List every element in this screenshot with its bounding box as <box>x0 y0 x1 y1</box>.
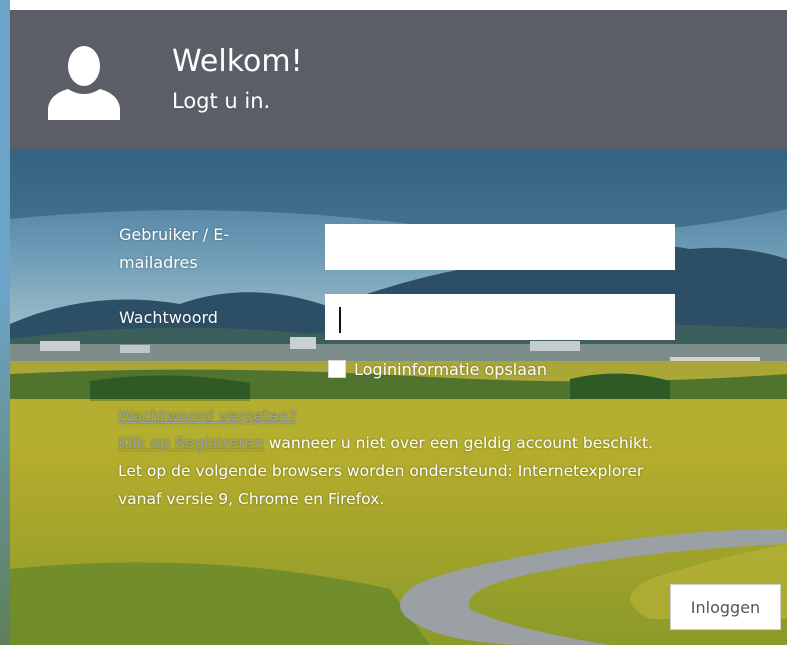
username-label-line2: mailadres <box>119 253 198 272</box>
login-panel: Welkom! Logt u in. Gebruiker / E- mailad… <box>10 10 787 645</box>
password-label: Wachtwoord <box>119 308 218 327</box>
login-button[interactable]: Inloggen <box>670 584 781 630</box>
text-caret <box>339 307 341 333</box>
header-bar: Welkom! Logt u in. <box>10 10 787 149</box>
remember-label[interactable]: Logininformatie opslaan <box>354 359 547 381</box>
user-silhouette-icon <box>48 46 120 120</box>
remember-checkbox[interactable] <box>328 360 346 378</box>
welcome-title: Welkom! <box>172 44 303 79</box>
browser-note-line2: vanaf versie 9, Chrome en Firefox. <box>118 490 385 508</box>
welcome-subtitle: Logt u in. <box>172 89 271 113</box>
register-link[interactable]: Klik op Registreren <box>118 434 264 452</box>
left-edge-strip <box>0 0 10 645</box>
password-input[interactable] <box>325 294 675 340</box>
username-input[interactable] <box>325 224 675 270</box>
register-text: wanneer u niet over een geldig account b… <box>263 434 654 452</box>
forgot-password-link[interactable]: Wachtwoord vergeten? <box>118 407 297 425</box>
browser-note-line1: Let op de volgende browsers worden onder… <box>118 462 644 480</box>
username-label-line1: Gebruiker / E- <box>119 225 230 244</box>
